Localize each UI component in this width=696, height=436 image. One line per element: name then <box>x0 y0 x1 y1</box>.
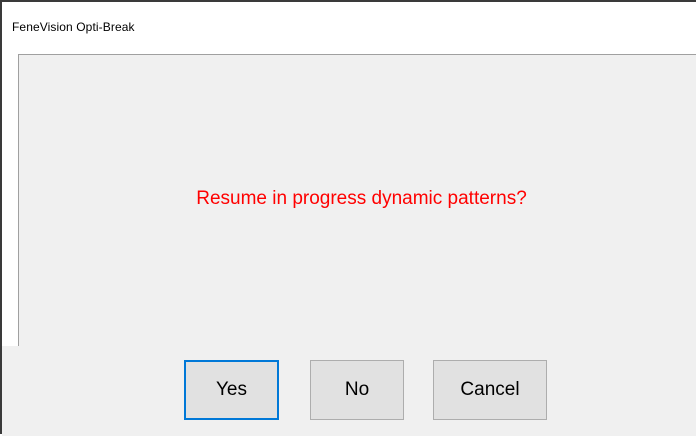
dialog-message: Resume in progress dynamic patterns? <box>196 188 527 209</box>
dialog-window: FeneVision Opti-Break Resume in progress… <box>0 0 696 436</box>
no-button[interactable]: No <box>310 360 404 420</box>
window-title: FeneVision Opti-Break <box>12 20 135 34</box>
button-bar: Yes No Cancel <box>2 346 696 436</box>
title-bar[interactable]: FeneVision Opti-Break <box>2 2 696 54</box>
message-panel: Resume in progress dynamic patterns? <box>18 54 696 346</box>
cancel-button[interactable]: Cancel <box>433 360 547 420</box>
yes-button[interactable]: Yes <box>184 360 279 420</box>
